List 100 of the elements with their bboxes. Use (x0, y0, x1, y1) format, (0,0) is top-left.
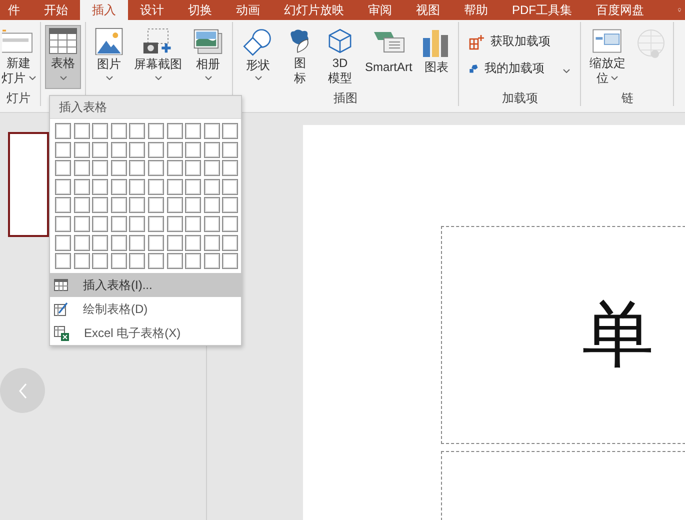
table-grid-cell[interactable] (148, 178, 164, 195)
table-grid-cell[interactable] (74, 197, 90, 214)
table-grid-cell[interactable] (55, 253, 71, 270)
table-grid-cell[interactable] (166, 142, 183, 158)
table-grid-cell[interactable] (148, 216, 164, 232)
table-grid-cell[interactable] (92, 234, 108, 251)
table-grid-cell[interactable] (148, 160, 164, 176)
table-grid-cell[interactable] (110, 234, 127, 251)
table-grid-cell[interactable] (166, 123, 183, 139)
ribbon-tab[interactable]: 视图 (404, 0, 452, 20)
table-grid-cell[interactable] (129, 197, 146, 214)
ribbon-button[interactable]: SmartArt (361, 25, 416, 89)
table-grid-cell[interactable] (55, 178, 71, 195)
table-grid-cell[interactable] (55, 142, 71, 158)
menu-item[interactable]: 绘制表格(D) (50, 297, 241, 322)
ribbon-tab[interactable]: 开始 (32, 0, 80, 20)
table-grid-cell[interactable] (110, 123, 127, 139)
table-grid-cell[interactable] (129, 123, 146, 139)
table-grid-cell[interactable] (110, 216, 127, 232)
table-grid-cell[interactable] (129, 178, 146, 195)
ribbon-button[interactable]: 屏幕截图 (130, 25, 186, 89)
table-grid-cell[interactable] (74, 178, 90, 195)
slide-thumbnail[interactable] (8, 132, 49, 237)
ribbon-tab[interactable]: 切换 (176, 0, 224, 20)
slide-canvas[interactable]: 单 (303, 125, 685, 520)
ribbon-tab[interactable]: 审阅 (356, 0, 404, 20)
table-grid-cell[interactable] (129, 160, 146, 176)
table-grid-cell[interactable] (166, 216, 183, 232)
table-grid-cell[interactable] (55, 216, 71, 232)
table-grid-cell[interactable] (222, 123, 238, 139)
table-grid-cell[interactable] (222, 197, 238, 214)
table-grid-cell[interactable] (92, 123, 108, 139)
table-grid-cell[interactable] (92, 197, 108, 214)
ribbon-button[interactable]: 图表 (418, 25, 454, 89)
table-grid-cell[interactable] (222, 142, 238, 158)
table-grid-cell[interactable] (55, 234, 71, 251)
ribbon-tab[interactable]: 插入 (80, 0, 128, 20)
table-grid-cell[interactable] (74, 142, 90, 158)
table-grid-cell[interactable] (110, 178, 127, 195)
ribbon-tab[interactable]: 设计 (128, 0, 176, 20)
ribbon-tab[interactable]: 件 (0, 0, 32, 20)
table-grid-cell[interactable] (148, 142, 164, 158)
table-grid-cell[interactable] (166, 160, 183, 176)
table-grid-cell[interactable] (110, 197, 127, 214)
table-grid-cell[interactable] (222, 216, 238, 232)
selected-ribbon-button[interactable]: 表格 (45, 25, 81, 89)
table-grid-cell[interactable] (185, 253, 202, 270)
table-grid-cell[interactable] (92, 253, 108, 270)
table-grid-cell[interactable] (148, 234, 164, 251)
ribbon-button[interactable]: 相册 (188, 25, 228, 89)
ribbon-button[interactable]: 我的加载项 (469, 60, 570, 77)
title-placeholder[interactable]: 单 (441, 226, 685, 444)
ribbon-tab[interactable]: 帮助 (452, 0, 500, 20)
ribbon-button[interactable]: 形状 (237, 25, 279, 89)
table-grid-cell[interactable] (92, 178, 108, 195)
table-grid-cell[interactable] (222, 253, 238, 270)
table-grid-cell[interactable] (74, 253, 90, 270)
table-grid-cell[interactable] (74, 216, 90, 232)
table-grid-cell[interactable] (166, 253, 183, 270)
table-grid-cell[interactable] (129, 142, 146, 158)
table-grid-cell[interactable] (204, 234, 220, 251)
table-grid-cell[interactable] (166, 178, 183, 195)
table-grid-cell[interactable] (92, 142, 108, 158)
table-grid-cell[interactable] (185, 160, 202, 176)
ribbon-button[interactable]: 图片 (90, 25, 128, 89)
table-grid-cell[interactable] (222, 160, 238, 176)
table-grid-cell[interactable] (204, 178, 220, 195)
table-grid-cell[interactable] (204, 216, 220, 232)
ribbon-button[interactable]: 获取加载项 (469, 33, 570, 50)
ribbon-button[interactable]: 缩放定 位 (585, 25, 630, 89)
table-grid-cell[interactable] (204, 253, 220, 270)
table-grid-cell[interactable] (185, 142, 202, 158)
table-grid-cell[interactable] (185, 216, 202, 232)
ribbon-button[interactable]: 新建 灯片 (1, 25, 36, 89)
table-grid-cell[interactable] (185, 197, 202, 214)
table-grid-cell[interactable] (185, 234, 202, 251)
ribbon-tab[interactable]: 幻灯片放映 (272, 0, 356, 20)
table-grid-cell[interactable] (222, 234, 238, 251)
table-grid-cell[interactable] (129, 234, 146, 251)
table-grid-cell[interactable] (166, 234, 183, 251)
table-grid-cell[interactable] (185, 123, 202, 139)
ribbon-button[interactable]: 3D 模型 (321, 25, 359, 89)
table-grid-cell[interactable] (185, 178, 202, 195)
table-grid-cell[interactable] (92, 160, 108, 176)
table-grid-cell[interactable] (55, 123, 71, 139)
ribbon-button[interactable]: 图 标 (281, 25, 319, 89)
table-grid-cell[interactable] (129, 253, 146, 270)
table-grid-cell[interactable] (55, 160, 71, 176)
table-grid-cell[interactable] (74, 234, 90, 251)
table-grid-cell[interactable] (148, 253, 164, 270)
menu-item[interactable]: 插入表格(I)... (50, 273, 241, 298)
table-grid-cell[interactable] (129, 216, 146, 232)
table-grid-cell[interactable] (204, 197, 220, 214)
table-grid-cell[interactable] (204, 142, 220, 158)
ribbon-tab[interactable]: 动画 (224, 0, 272, 20)
table-grid-cell[interactable] (166, 197, 183, 214)
table-grid-cell[interactable] (110, 160, 127, 176)
table-grid-cell[interactable] (110, 142, 127, 158)
ribbon-tab[interactable]: 百度网盘 (584, 0, 656, 20)
table-grid-cell[interactable] (204, 123, 220, 139)
